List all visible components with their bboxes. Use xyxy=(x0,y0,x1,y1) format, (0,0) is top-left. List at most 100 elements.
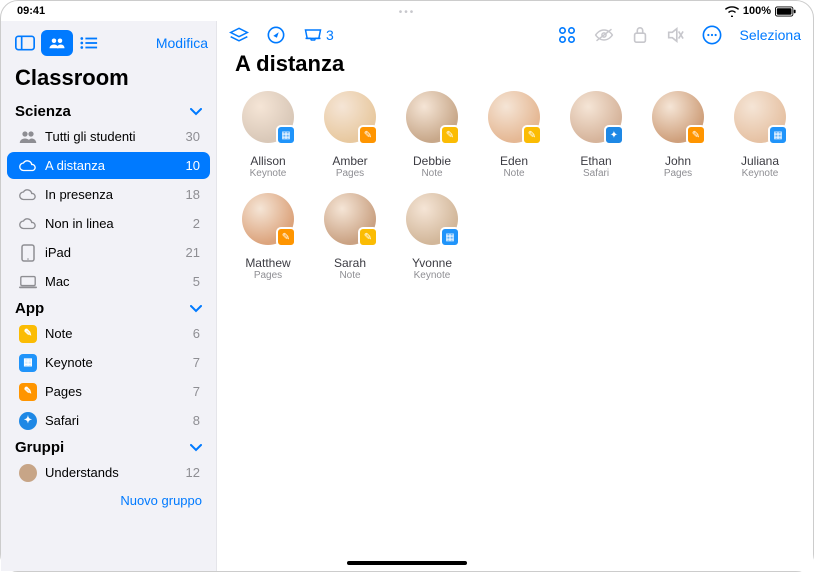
select-button[interactable]: Seleziona xyxy=(740,27,802,43)
sidebar: Modifica Classroom Scienza Tutti gli stu… xyxy=(1,21,217,571)
sidebar-item-pages[interactable]: ✎ Pages 7 xyxy=(7,378,210,405)
lock-icon[interactable] xyxy=(632,26,648,44)
cloud-icon xyxy=(17,155,39,177)
student-card[interactable]: ✦ Ethan Safari xyxy=(555,91,637,179)
student-app: Keynote xyxy=(391,270,473,281)
student-card[interactable]: ✎ Amber Pages xyxy=(309,91,391,179)
battery-icon xyxy=(775,6,797,17)
wifi-icon xyxy=(725,6,739,17)
sidebar-item-label: Safari xyxy=(45,413,193,428)
section-title: Scienza xyxy=(15,103,71,120)
sidebar-item-count: 2 xyxy=(193,216,200,231)
sidebar-item-label: Keynote xyxy=(45,355,193,370)
inbox-count: 3 xyxy=(326,27,334,43)
student-card[interactable]: ✎ Debbie Note xyxy=(391,91,473,179)
eye-slash-icon[interactable] xyxy=(594,27,614,43)
sidebar-item-label: Note xyxy=(45,326,193,341)
section-title: App xyxy=(15,300,44,317)
sidebar-item-label: A distanza xyxy=(45,158,186,173)
pages-icon: ✎ xyxy=(686,125,706,145)
sidebar-item-mac[interactable]: Mac 5 xyxy=(7,268,210,295)
sidebar-item-group-understands[interactable]: Understands 12 xyxy=(7,459,210,486)
edit-button[interactable]: Modifica xyxy=(156,35,208,51)
safari-icon: ✦ xyxy=(17,410,39,432)
sidebar-toggle-button[interactable] xyxy=(9,29,41,57)
note-icon: ✎ xyxy=(522,125,542,145)
group-icon xyxy=(17,462,39,484)
chevron-down-icon xyxy=(190,300,202,317)
section-header-scienza[interactable]: Scienza xyxy=(1,99,216,122)
note-icon: ✎ xyxy=(440,125,460,145)
student-app: Pages xyxy=(227,270,309,281)
student-name: Sarah xyxy=(309,256,391,270)
people-icon xyxy=(17,126,39,148)
student-card[interactable]: ✎ John Pages xyxy=(637,91,719,179)
student-card[interactable]: ▦ Yvonne Keynote xyxy=(391,193,473,281)
student-card[interactable]: ▦ Allison Keynote xyxy=(227,91,309,179)
sidebar-item-note[interactable]: ✎ Note 6 xyxy=(7,320,210,347)
pages-icon: ✎ xyxy=(276,227,296,247)
more-icon[interactable] xyxy=(702,25,722,45)
ipad-icon xyxy=(17,242,39,264)
keynote-icon: ▦ xyxy=(440,227,460,247)
app-title: Classroom xyxy=(1,63,216,99)
student-app: Note xyxy=(309,270,391,281)
student-name: Amber xyxy=(309,154,391,168)
section-header-app[interactable]: App xyxy=(1,296,216,319)
sidebar-item-safari[interactable]: ✦ Safari 8 xyxy=(7,407,210,434)
student-name: Eden xyxy=(473,154,555,168)
sidebar-item-count: 8 xyxy=(193,413,200,428)
cloud-icon xyxy=(17,213,39,235)
sidebar-item-remote[interactable]: A distanza 10 xyxy=(7,152,210,179)
student-app: Pages xyxy=(637,168,719,179)
sidebar-item-count: 12 xyxy=(186,465,200,480)
student-name: Yvonne xyxy=(391,256,473,270)
sidebar-item-count: 30 xyxy=(186,129,200,144)
student-card[interactable]: ▦ Juliana Keynote xyxy=(719,91,801,179)
sidebar-item-in-person[interactable]: In presenza 18 xyxy=(7,181,210,208)
note-icon: ✎ xyxy=(358,227,378,247)
sidebar-item-count: 5 xyxy=(193,274,200,289)
student-name: John xyxy=(637,154,719,168)
student-app: Note xyxy=(473,168,555,179)
students-view-button[interactable] xyxy=(41,30,73,56)
sidebar-item-count: 7 xyxy=(193,384,200,399)
sidebar-item-offline[interactable]: Non in linea 2 xyxy=(7,210,210,237)
student-name: Ethan xyxy=(555,154,637,168)
student-app: Note xyxy=(391,168,473,179)
cloud-icon xyxy=(17,184,39,206)
keynote-icon: ▦ xyxy=(17,352,39,374)
sidebar-item-count: 7 xyxy=(193,355,200,370)
student-name: Matthew xyxy=(227,256,309,270)
student-name: Allison xyxy=(227,154,309,168)
student-app: Pages xyxy=(309,168,391,179)
page-title: A distanza xyxy=(217,51,813,91)
grid-icon[interactable] xyxy=(558,26,576,44)
student-card[interactable]: ✎ Eden Note xyxy=(473,91,555,179)
compass-icon[interactable] xyxy=(267,26,285,44)
new-group-button[interactable]: Nuovo gruppo xyxy=(1,487,216,508)
layers-icon[interactable] xyxy=(229,26,249,44)
pages-icon: ✎ xyxy=(358,125,378,145)
student-card[interactable]: ✎ Sarah Note xyxy=(309,193,391,281)
student-name: Debbie xyxy=(391,154,473,168)
sidebar-item-count: 21 xyxy=(186,245,200,260)
home-indicator[interactable] xyxy=(347,561,467,565)
list-view-button[interactable] xyxy=(73,29,105,57)
student-grid: ▦ Allison Keynote ✎ Amber Pages ✎ Debbie… xyxy=(217,91,813,295)
inbox-button[interactable]: 3 xyxy=(303,27,334,43)
sidebar-item-ipad[interactable]: iPad 21 xyxy=(7,239,210,266)
sidebar-item-count: 6 xyxy=(193,326,200,341)
status-battery: 100% xyxy=(743,5,771,17)
student-app: Keynote xyxy=(719,168,801,179)
sidebar-item-keynote[interactable]: ▦ Keynote 7 xyxy=(7,349,210,376)
section-title: Gruppi xyxy=(15,439,64,456)
mute-icon[interactable] xyxy=(666,26,684,44)
keynote-icon: ▦ xyxy=(276,125,296,145)
drag-handle-icon[interactable]: ••• xyxy=(399,7,416,18)
sidebar-item-count: 10 xyxy=(186,158,200,173)
sidebar-item-all-students[interactable]: Tutti gli studenti 30 xyxy=(7,123,210,150)
student-card[interactable]: ✎ Matthew Pages xyxy=(227,193,309,281)
section-header-gruppi[interactable]: Gruppi xyxy=(1,435,216,458)
main-toolbar: 3 Seleziona xyxy=(217,21,813,51)
